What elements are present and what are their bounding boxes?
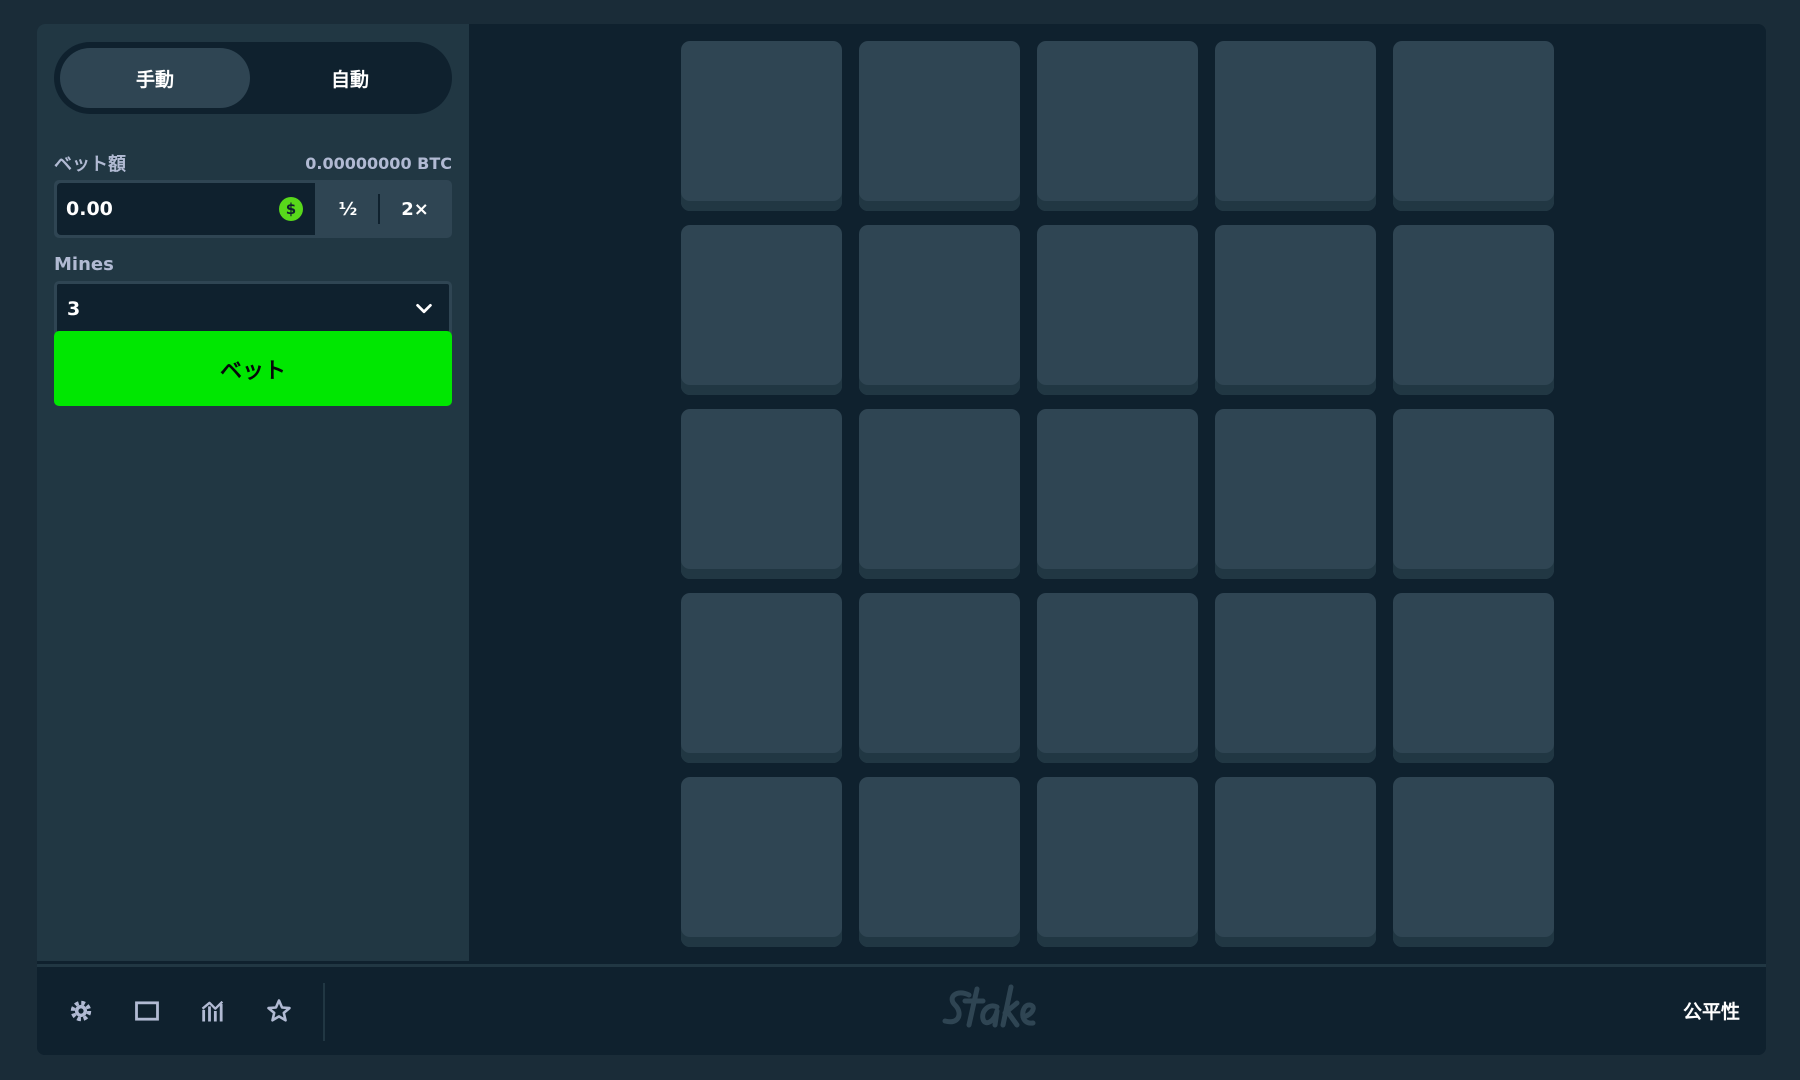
tile[interactable] xyxy=(1393,593,1554,763)
theatre-mode-icon[interactable] xyxy=(133,997,161,1025)
tab-manual[interactable]: 手動 xyxy=(60,48,250,108)
star-icon[interactable] xyxy=(265,997,293,1025)
tile[interactable] xyxy=(681,409,842,579)
tile[interactable] xyxy=(1215,593,1376,763)
tile[interactable] xyxy=(1393,225,1554,395)
bet-sidebar: 手動 自動 ベット額 0.00000000 BTC 0.00 $ ½ 2× Mi… xyxy=(37,24,469,961)
tile[interactable] xyxy=(859,593,1020,763)
tile[interactable] xyxy=(1393,41,1554,211)
mines-selected-value: 3 xyxy=(67,298,81,320)
tile[interactable] xyxy=(859,41,1020,211)
mode-toggle: 手動 自動 xyxy=(54,42,452,114)
tile[interactable] xyxy=(1215,41,1376,211)
game-footer: 公平性 xyxy=(37,964,1766,1055)
bet-button[interactable]: ベット xyxy=(54,331,452,406)
balance-display: 0.00000000 BTC xyxy=(305,154,452,173)
currency-coin-icon: $ xyxy=(279,197,303,221)
tile[interactable] xyxy=(1037,409,1198,579)
bet-amount-input[interactable]: 0.00 $ xyxy=(57,183,315,235)
stats-icon[interactable] xyxy=(199,997,227,1025)
double-bet-button[interactable]: 2× xyxy=(381,180,449,238)
mines-select[interactable]: 3 xyxy=(54,281,452,337)
tile[interactable] xyxy=(1037,777,1198,947)
chevron-down-icon xyxy=(416,303,432,314)
tile[interactable] xyxy=(1037,593,1198,763)
bet-amount-label: ベット額 xyxy=(54,154,126,175)
tile[interactable] xyxy=(681,777,842,947)
gear-icon[interactable] xyxy=(67,997,95,1025)
tile[interactable] xyxy=(1215,409,1376,579)
tile[interactable] xyxy=(681,593,842,763)
footer-divider xyxy=(323,983,325,1041)
game-frame: 手動 自動 ベット額 0.00000000 BTC 0.00 $ ½ 2× Mi… xyxy=(37,24,1766,1055)
tile[interactable] xyxy=(859,777,1020,947)
tab-auto[interactable]: 自動 xyxy=(254,48,446,108)
mines-label: Mines xyxy=(54,254,114,275)
bet-amount-group: 0.00 $ ½ 2× xyxy=(54,180,452,238)
tile[interactable] xyxy=(859,409,1020,579)
tile[interactable] xyxy=(681,41,842,211)
half-bet-button[interactable]: ½ xyxy=(318,180,378,238)
button-divider xyxy=(378,194,380,224)
bet-amount-value: 0.00 xyxy=(66,198,113,220)
tile[interactable] xyxy=(1393,777,1554,947)
stake-logo xyxy=(942,984,1036,1028)
tile[interactable] xyxy=(1037,225,1198,395)
fairness-link[interactable]: 公平性 xyxy=(1683,997,1740,1024)
tile[interactable] xyxy=(1215,777,1376,947)
tile[interactable] xyxy=(1393,409,1554,579)
tile[interactable] xyxy=(859,225,1020,395)
tile[interactable] xyxy=(681,225,842,395)
tile[interactable] xyxy=(1037,41,1198,211)
tile[interactable] xyxy=(1215,225,1376,395)
